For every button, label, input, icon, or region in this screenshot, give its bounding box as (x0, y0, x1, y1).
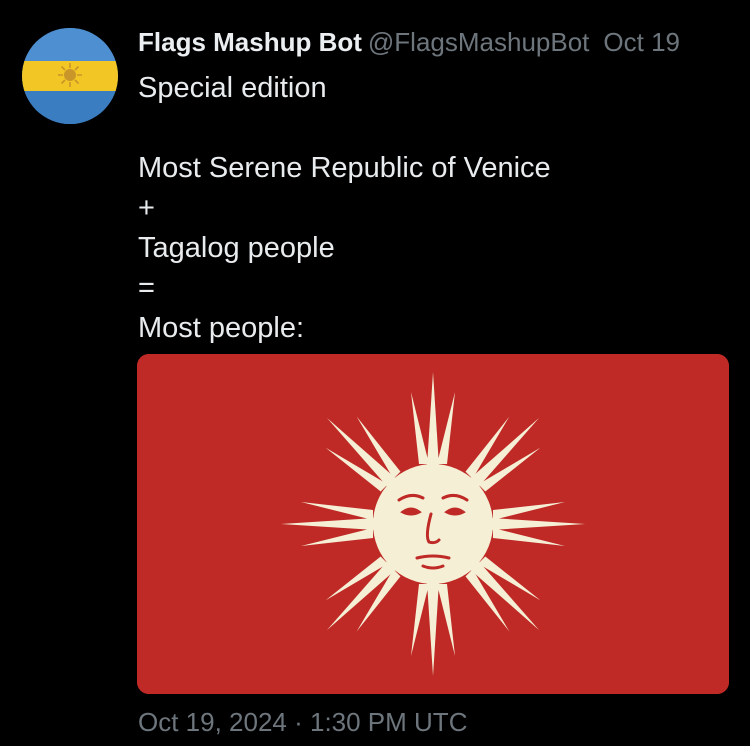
avatar-stripe-top (22, 28, 118, 61)
tweet-header: Flags Mashup Bot @FlagsMashupBot Oct 19 (138, 26, 680, 58)
tweet-text: Special edition Most Serene Republic of … (138, 68, 738, 348)
tweet-line: Most Serene Republic of Venice (138, 152, 551, 184)
tweet-line: = (138, 272, 155, 304)
tweet-timestamp[interactable]: Oct 19, 2024 · 1:30 PM UTC (138, 705, 467, 739)
tweet-line: Most people: (138, 312, 305, 344)
tweet-line: Tagalog people (138, 232, 335, 264)
tweet-line (138, 108, 738, 148)
author-avatar[interactable] (22, 28, 118, 124)
sun-face-flag-icon (137, 354, 729, 694)
tweet-line: Special edition (138, 72, 327, 104)
tweet-media-image[interactable] (137, 354, 729, 694)
tweet-line: + (138, 192, 155, 224)
tweet-date[interactable]: Oct 19 (603, 27, 680, 57)
tweet: Flags Mashup Bot @FlagsMashupBot Oct 19 Sp… (0, 0, 750, 746)
sun-icon (58, 63, 82, 87)
author-handle[interactable]: @FlagsMashupBot (368, 27, 590, 57)
author-name[interactable]: Flags Mashup Bot (138, 27, 362, 57)
avatar-stripe-bottom (22, 91, 118, 124)
